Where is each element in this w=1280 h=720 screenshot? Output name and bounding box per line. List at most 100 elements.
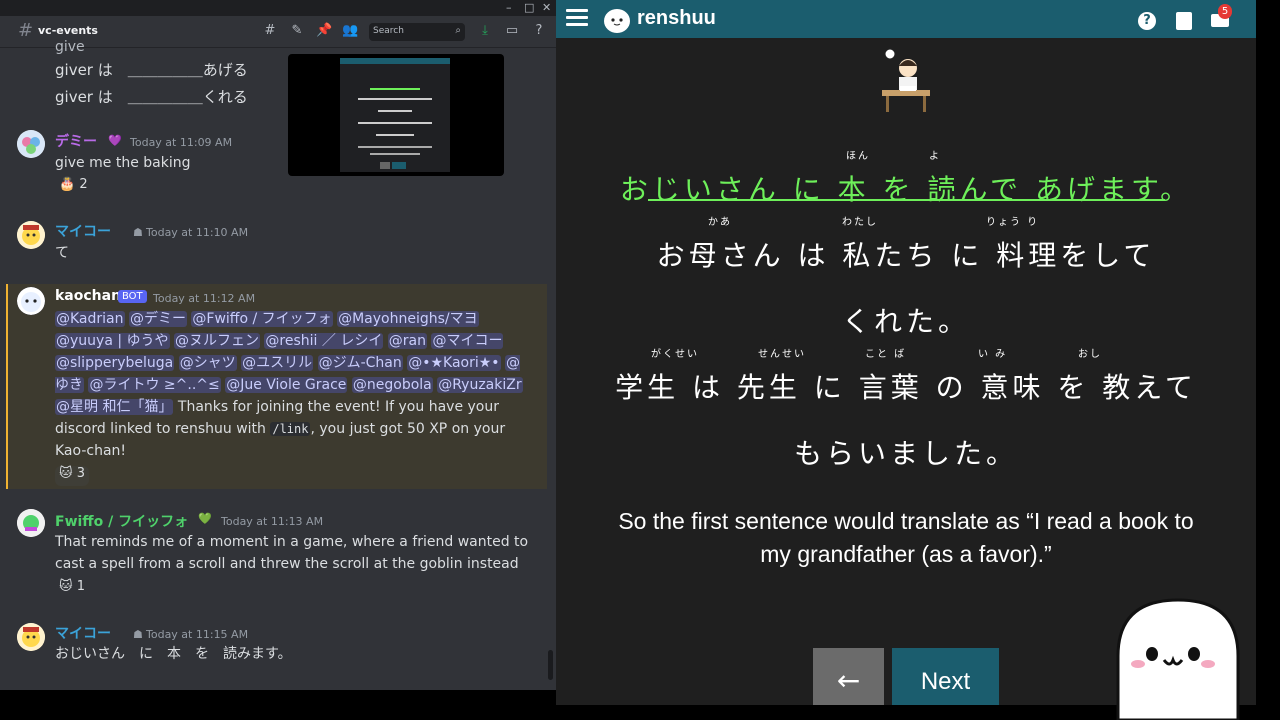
- attachment-preview: [340, 58, 450, 172]
- members-icon[interactable]: 👥: [342, 23, 358, 39]
- reaction[interactable]: 🐱 1: [55, 579, 89, 599]
- search-icon: ⌕: [455, 25, 461, 36]
- furigana: せんせい: [758, 349, 806, 360]
- maximize-button[interactable]: □: [524, 1, 534, 14]
- message-line: give: [55, 39, 85, 55]
- example-sentence: お母さん は 私たち に 料理をして: [656, 239, 1156, 272]
- author-name[interactable]: Fwiffo / フイッフォ: [55, 511, 188, 531]
- badge-icon: 💚: [198, 512, 212, 525]
- message-text: give me the baking: [55, 155, 191, 171]
- mention[interactable]: @•★Kaori★•: [407, 355, 501, 371]
- reaction[interactable]: 🐱 3: [55, 466, 89, 486]
- mention[interactable]: @ライトウ ≥^..^≤: [88, 377, 221, 393]
- help-icon[interactable]: ?: [1138, 12, 1156, 30]
- brand-name[interactable]: renshuu: [637, 7, 716, 30]
- download-icon[interactable]: ⤓: [477, 23, 493, 39]
- timestamp-icon: ☗: [133, 226, 143, 239]
- bot-avatar[interactable]: [17, 287, 45, 315]
- author-name[interactable]: マイコー: [55, 623, 111, 643]
- avatar[interactable]: [17, 509, 45, 537]
- furigana: こと ば: [865, 349, 907, 360]
- mention[interactable]: @reshii ／ レシイ: [264, 333, 384, 349]
- avatar[interactable]: [17, 221, 45, 249]
- badge-icon: 💜: [108, 134, 122, 147]
- reaction-emoji-icon: 🐱: [59, 466, 73, 481]
- bot-badge: BOT: [118, 290, 147, 303]
- mention[interactable]: @ヌルフェン: [173, 333, 260, 349]
- translation-text: So the first sentence would translate as…: [618, 508, 1194, 567]
- mention[interactable]: @yuuya | ゆうや: [55, 333, 170, 349]
- reaction-count: 1: [76, 579, 85, 594]
- avatar[interactable]: [17, 623, 45, 651]
- renshuu-logo[interactable]: [602, 4, 632, 34]
- notification-muted-icon[interactable]: ✎: [289, 23, 305, 39]
- mention[interactable]: @ran: [387, 333, 428, 349]
- reaction-count: 2: [79, 177, 88, 192]
- student-reading-illustration: [882, 48, 930, 112]
- message-line: giver は ＿＿＿＿＿あげる: [55, 61, 248, 79]
- mention[interactable]: @シャツ: [178, 355, 237, 371]
- search-input[interactable]: Search ⌕: [369, 23, 465, 41]
- example-sentence-cont: くれた。: [841, 305, 970, 338]
- furigana: ほん: [846, 151, 870, 162]
- author-name[interactable]: kaochan: [55, 288, 121, 304]
- furigana: わたし: [842, 217, 878, 228]
- mention[interactable]: @ジム-Chan: [317, 355, 403, 371]
- screenshot-attachment[interactable]: [288, 54, 504, 176]
- timestamp: Today at 11:13 AM: [221, 515, 324, 528]
- avatar[interactable]: [17, 130, 45, 158]
- mention[interactable]: @ユスリル: [241, 355, 314, 371]
- mention[interactable]: @マイコー: [431, 333, 504, 349]
- author-name[interactable]: デミー: [55, 131, 97, 151]
- message-line: That reminds me of a moment in a game, w…: [55, 534, 529, 550]
- reaction-count: 3: [76, 466, 85, 481]
- message-line: giver は ＿＿＿＿＿くれる: [55, 88, 248, 106]
- furigana: よ: [929, 151, 941, 162]
- mention[interactable]: @Kadrian: [55, 311, 125, 327]
- inline-code: /link: [270, 422, 311, 436]
- timestamp-icon: ☗: [133, 628, 143, 641]
- sentence-underline: [648, 199, 1165, 201]
- mention[interactable]: @Fwiffo / フイッフォ: [191, 311, 333, 327]
- author-name[interactable]: マイコー: [55, 221, 111, 241]
- close-button[interactable]: ✕: [542, 1, 551, 14]
- inbox-icon[interactable]: ▭: [504, 23, 520, 39]
- threads-icon[interactable]: #: [262, 23, 278, 39]
- scrollbar[interactable]: [548, 650, 553, 680]
- timestamp: Today at 11:10 AM: [146, 226, 249, 239]
- mention[interactable]: @デミー: [128, 311, 187, 327]
- example-sentence-highlighted: おじいさん に 本 を 読んで あげます。: [619, 173, 1193, 206]
- window-titlebar: – □ ✕: [0, 0, 556, 16]
- message-line: cast a spell from a scroll and threw the…: [55, 556, 519, 572]
- kaochan-mascot: [1116, 598, 1240, 720]
- discord-window: – □ ✕ # vc-events # ✎ 📌 👥 Search ⌕ ⤓ ▭ ?…: [0, 0, 556, 690]
- mention[interactable]: @RyuzakiZr: [437, 377, 523, 393]
- message-text: @Kadrian @デミー @Fwiffo / フイッフォ @Mayohneig…: [55, 308, 525, 462]
- message-text: おじいさん に 本 を 読みます。: [55, 646, 292, 662]
- timestamp: Today at 11:09 AM: [130, 136, 233, 149]
- next-button[interactable]: Next: [892, 648, 999, 705]
- renshuu-header: renshuu ? 5: [556, 0, 1256, 38]
- mention[interactable]: @negobola: [351, 377, 433, 393]
- example-sentence-cont: もらいました。: [793, 437, 1018, 470]
- cake-icon: 🎂: [59, 177, 76, 192]
- mention[interactable]: @slipperybeluga: [55, 355, 175, 371]
- mail-count-badge: 5: [1218, 4, 1232, 19]
- message-text: て: [55, 245, 69, 261]
- back-button[interactable]: ←: [813, 648, 884, 705]
- book-icon[interactable]: [1176, 12, 1192, 30]
- pin-icon[interactable]: 📌: [316, 23, 332, 39]
- furigana: がくせい: [651, 349, 699, 360]
- mention[interactable]: @Mayohneighs/マヨ: [337, 311, 479, 327]
- furigana: かあ: [708, 217, 732, 228]
- furigana: い み: [978, 349, 1008, 360]
- help-icon[interactable]: ?: [531, 23, 547, 39]
- reaction[interactable]: 🎂 2: [55, 177, 92, 197]
- search-placeholder: Search: [373, 26, 404, 36]
- furigana: りょう り: [986, 217, 1040, 228]
- example-sentence: 学生 は 先生 に 言葉 の 意味 を 教えて: [615, 371, 1197, 404]
- mention[interactable]: @Jue Viole Grace: [225, 377, 348, 393]
- mention[interactable]: @星明 和仁「猫」: [55, 399, 174, 415]
- minimize-button[interactable]: –: [506, 1, 512, 14]
- menu-icon[interactable]: [566, 9, 588, 29]
